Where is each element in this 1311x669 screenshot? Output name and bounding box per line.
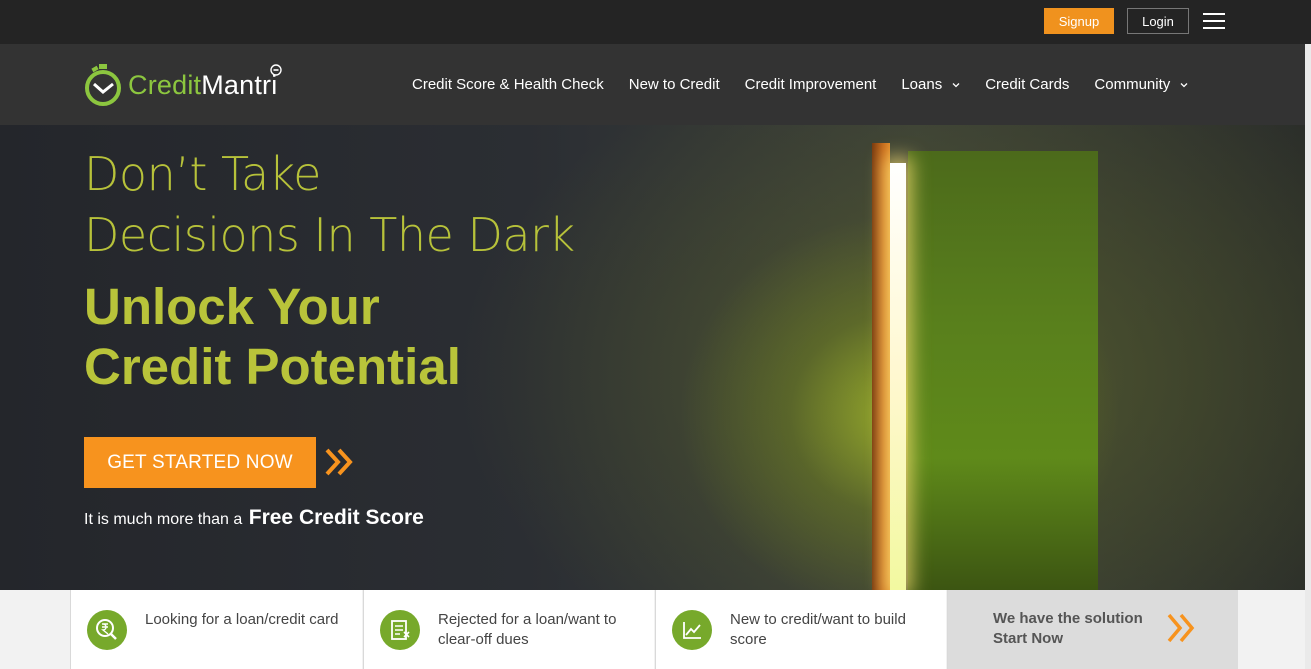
- hero-headline-line1: Don’t Take: [84, 147, 321, 201]
- nav-item-community[interactable]: Community: [1094, 76, 1188, 93]
- hero-bold-line1: Unlock Your: [84, 278, 380, 335]
- get-started-button[interactable]: GET STARTED NOW: [84, 437, 316, 488]
- nav-item-new-to-credit[interactable]: New to Credit: [629, 76, 720, 93]
- solution-card[interactable]: We have the solution Start Now: [947, 590, 1238, 669]
- chart-icon: [672, 610, 712, 650]
- feature-card-loan[interactable]: Looking for a loan/credit card: [70, 590, 362, 669]
- hero-headline-line2: Decisions In The Dark: [84, 208, 575, 262]
- feature-card-label: Rejected for a loan/want to clear-off du…: [438, 611, 617, 648]
- rupee-search-icon: [87, 610, 127, 650]
- feature-card-label: New to credit/want to build score: [730, 611, 906, 648]
- stopwatch-icon: [85, 64, 121, 106]
- hero-bold-line2: Credit Potential: [84, 338, 461, 395]
- feature-card-rejected[interactable]: Rejected for a loan/want to clear-off du…: [363, 590, 654, 669]
- login-button[interactable]: Login: [1127, 8, 1189, 34]
- chevron-down-icon: [1180, 82, 1188, 87]
- registered-icon: [270, 64, 282, 76]
- menu-icon[interactable]: [1203, 13, 1225, 29]
- brand-logo[interactable]: CreditMantri: [82, 60, 292, 110]
- nav-items: Credit Score & Health Check New to Credi…: [412, 44, 1213, 125]
- feature-strip: Looking for a loan/credit card Rejected …: [0, 590, 1311, 669]
- main-nav: CreditMantri Credit Score & Health Check…: [0, 44, 1311, 125]
- signup-button[interactable]: Signup: [1044, 8, 1114, 34]
- hero-banner: Don’t Take Decisions In The Dark Unlock …: [0, 125, 1311, 590]
- brand-name: CreditMantri: [128, 69, 278, 100]
- nav-item-credit-score[interactable]: Credit Score & Health Check: [412, 76, 604, 93]
- feature-card-label: Looking for a loan/credit card: [145, 611, 339, 628]
- double-chevron-right-icon[interactable]: [324, 447, 356, 477]
- document-icon: [380, 610, 420, 650]
- nav-item-credit-cards[interactable]: Credit Cards: [985, 76, 1069, 93]
- solution-text: We have the solution Start Now: [993, 610, 1143, 647]
- nav-item-credit-improvement[interactable]: Credit Improvement: [745, 76, 877, 93]
- chevron-down-icon: [952, 82, 960, 87]
- door-panel: [908, 151, 1098, 590]
- door-frame: [872, 143, 890, 590]
- double-chevron-right-icon: [1167, 613, 1195, 643]
- nav-item-loans[interactable]: Loans: [901, 76, 960, 93]
- feature-card-new-to-credit[interactable]: New to credit/want to build score: [655, 590, 946, 669]
- top-bar: Signup Login: [0, 0, 1311, 44]
- page-scrollbar-edge: [1305, 44, 1311, 669]
- hero-subtext: It is much more than a Free Credit Score: [84, 506, 424, 529]
- door-light: [890, 163, 906, 590]
